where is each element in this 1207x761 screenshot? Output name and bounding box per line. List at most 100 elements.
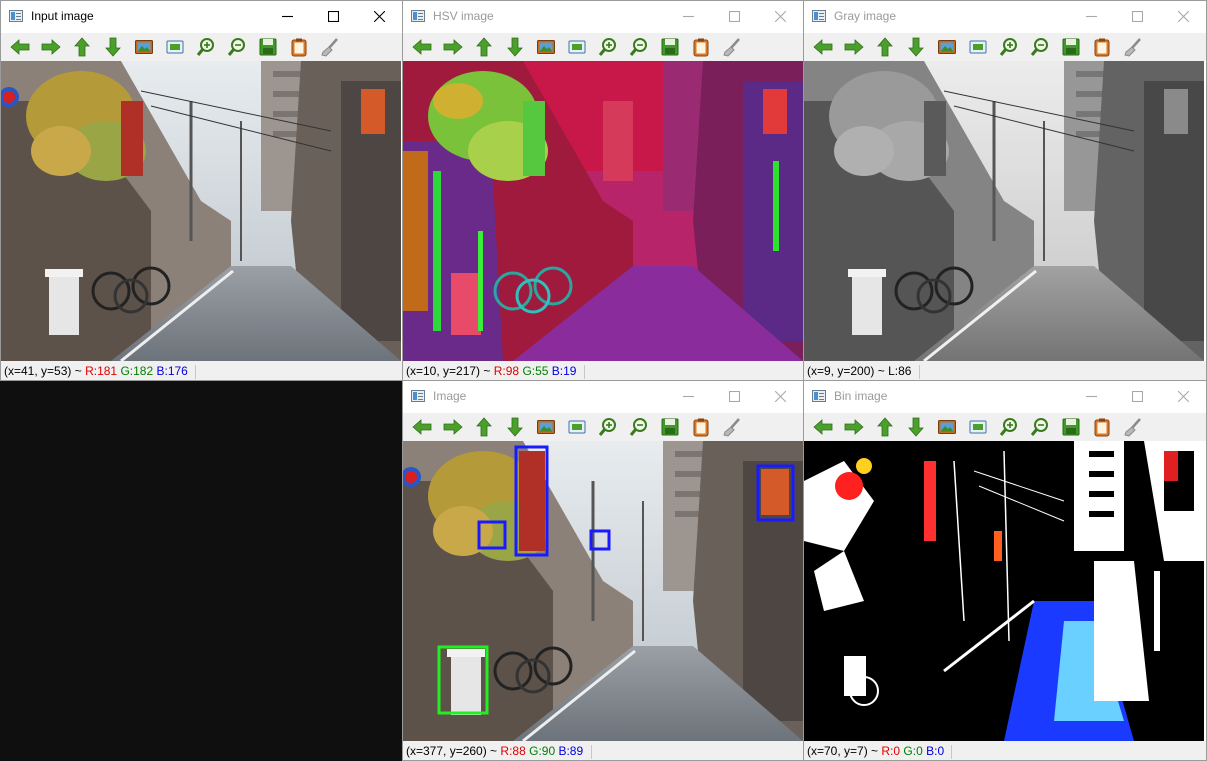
close-button[interactable] [356, 1, 402, 31]
arrow-right-icon[interactable] [442, 36, 464, 58]
minimize-button[interactable] [1068, 381, 1114, 411]
red-value: R:98 [493, 364, 520, 378]
maximize-button[interactable] [1114, 1, 1160, 31]
arrow-up-icon[interactable] [71, 36, 93, 58]
arrow-right-icon[interactable] [843, 36, 865, 58]
image-icon[interactable] [535, 416, 557, 438]
arrow-up-icon[interactable] [874, 36, 896, 58]
cursor-coords: (x=377, y=260) ~ [406, 744, 498, 758]
brush-icon[interactable] [721, 36, 743, 58]
clipboard-icon[interactable] [690, 416, 712, 438]
arrow-up-icon[interactable] [473, 416, 495, 438]
close-button[interactable] [757, 381, 803, 411]
minimize-button[interactable] [665, 1, 711, 31]
close-button[interactable] [1160, 1, 1206, 31]
hsv-image-window[interactable]: HSV image (x=10, y=217) ~ R:98 G:55 B:19 [402, 0, 804, 381]
clipboard-icon[interactable] [690, 36, 712, 58]
minimize-button[interactable] [264, 1, 310, 31]
blue-value: B:0 [926, 744, 945, 758]
window-title: Gray image [834, 9, 897, 23]
maximize-button[interactable] [711, 1, 757, 31]
status-separator [590, 744, 592, 759]
arrow-left-icon[interactable] [812, 416, 834, 438]
image-icon[interactable] [133, 36, 155, 58]
save-icon[interactable] [659, 36, 681, 58]
zoom-in-icon[interactable] [195, 36, 217, 58]
save-icon[interactable] [659, 416, 681, 438]
fit-window-icon[interactable] [164, 36, 186, 58]
zoom-in-icon[interactable] [597, 416, 619, 438]
minimize-button[interactable] [1068, 1, 1114, 31]
image-icon[interactable] [936, 416, 958, 438]
fit-window-icon[interactable] [967, 416, 989, 438]
zoom-out-icon[interactable] [226, 36, 248, 58]
window-app-icon [812, 10, 826, 22]
clipboard-icon[interactable] [288, 36, 310, 58]
brush-icon[interactable] [1122, 416, 1144, 438]
green-value: G:90 [529, 744, 556, 758]
bin-image-window[interactable]: Bin image (x=70, y=7) ~ R:0 G:0 B:0 [803, 380, 1207, 761]
zoom-in-icon[interactable] [597, 36, 619, 58]
arrow-up-icon[interactable] [473, 36, 495, 58]
zoom-out-icon[interactable] [628, 416, 650, 438]
image-viewport[interactable] [1, 61, 401, 361]
save-icon[interactable] [257, 36, 279, 58]
image-icon[interactable] [936, 36, 958, 58]
zoom-out-icon[interactable] [628, 36, 650, 58]
arrow-down-icon[interactable] [905, 416, 927, 438]
title-bar[interactable]: HSV image [403, 1, 803, 33]
image-viewport[interactable] [804, 441, 1204, 741]
street-photo [1, 61, 401, 361]
binary-photo [804, 441, 1204, 741]
arrow-down-icon[interactable] [102, 36, 124, 58]
brush-icon[interactable] [1122, 36, 1144, 58]
zoom-out-icon[interactable] [1029, 416, 1051, 438]
title-bar[interactable]: Gray image [804, 1, 1206, 33]
title-bar[interactable]: Image [403, 381, 803, 413]
arrow-left-icon[interactable] [411, 416, 433, 438]
close-button[interactable] [1160, 381, 1206, 411]
gray-photo [804, 61, 1204, 361]
image-icon[interactable] [535, 36, 557, 58]
arrow-down-icon[interactable] [905, 36, 927, 58]
title-bar[interactable]: Bin image [804, 381, 1206, 413]
brush-icon[interactable] [319, 36, 341, 58]
arrow-left-icon[interactable] [812, 36, 834, 58]
arrow-left-icon[interactable] [411, 36, 433, 58]
arrow-down-icon[interactable] [504, 416, 526, 438]
arrow-right-icon[interactable] [40, 36, 62, 58]
maximize-button[interactable] [310, 1, 356, 31]
minimize-button[interactable] [665, 381, 711, 411]
zoom-in-icon[interactable] [998, 416, 1020, 438]
image-viewport[interactable] [403, 61, 803, 361]
zoom-out-icon[interactable] [1029, 36, 1051, 58]
arrow-down-icon[interactable] [504, 36, 526, 58]
title-bar[interactable]: Input image [1, 1, 402, 33]
gray-image-window[interactable]: Gray image (x=9, y=200) ~ L:86 [803, 0, 1207, 381]
window-app-icon [812, 390, 826, 402]
fit-window-icon[interactable] [566, 416, 588, 438]
arrow-left-icon[interactable] [9, 36, 31, 58]
image-viewport[interactable] [403, 441, 803, 741]
window-app-icon [9, 10, 23, 22]
clipboard-icon[interactable] [1091, 416, 1113, 438]
maximize-button[interactable] [711, 381, 757, 411]
maximize-button[interactable] [1114, 381, 1160, 411]
save-icon[interactable] [1060, 36, 1082, 58]
arrow-right-icon[interactable] [843, 416, 865, 438]
arrow-right-icon[interactable] [442, 416, 464, 438]
image-viewport[interactable] [804, 61, 1204, 361]
detection-image-window[interactable]: Image (x=377, y=260) ~ R:88 G:90 B:89 [402, 380, 804, 761]
input-image-window[interactable]: Input image (x=41, y=53) ~ R:181 G:182 B… [0, 0, 403, 381]
zoom-in-icon[interactable] [998, 36, 1020, 58]
close-button[interactable] [757, 1, 803, 31]
save-icon[interactable] [1060, 416, 1082, 438]
window-app-icon [411, 10, 425, 22]
fit-window-icon[interactable] [566, 36, 588, 58]
fit-window-icon[interactable] [967, 36, 989, 58]
brush-icon[interactable] [721, 416, 743, 438]
arrow-up-icon[interactable] [874, 416, 896, 438]
window-title: Image [433, 389, 467, 403]
status-bar: (x=41, y=53) ~ R:181 G:182 B:176 [1, 361, 402, 380]
clipboard-icon[interactable] [1091, 36, 1113, 58]
